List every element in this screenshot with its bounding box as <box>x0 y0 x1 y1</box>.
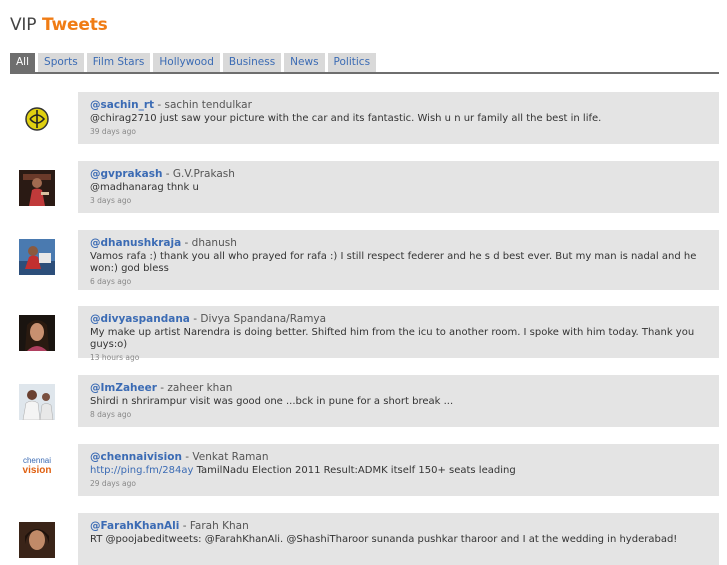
logo-text-top: chennai <box>22 456 52 465</box>
tweet-handle-link[interactable]: @ImZaheer <box>90 382 157 394</box>
gvprakash-photo-avatar[interactable] <box>19 170 55 206</box>
divya-photo-avatar[interactable] <box>19 315 55 351</box>
tab-hollywood[interactable]: Hollywood <box>153 53 220 72</box>
tweet-bubble: @sachin_rt - sachin tendulkar @chirag271… <box>78 92 719 144</box>
title-accent: Tweets <box>42 15 108 35</box>
chennaivision-logo-avatar[interactable]: chennai vision <box>19 456 55 492</box>
tweet-text: Vamos rafa :) thank you all who prayed f… <box>90 251 697 274</box>
tab-all[interactable]: All <box>10 53 36 72</box>
tweet-handle-link[interactable]: @chennaivision <box>90 451 182 463</box>
tweet-bubble: @chennaivision - Venkat Raman http://pin… <box>78 444 719 496</box>
tweet-author-name: dhanush <box>191 237 237 249</box>
tweet-bubble: @FarahKhanAli - Farah Khan RT @poojabedi… <box>78 513 719 565</box>
tweet-text: Shirdi n shrirampur visit was good one .… <box>90 396 454 407</box>
farah-photo-avatar[interactable] <box>19 522 55 558</box>
page-title: VIP Tweets <box>10 15 108 35</box>
zaheer-photo-avatar[interactable] <box>19 384 55 420</box>
tweet-author-name: G.V.Prakash <box>172 168 235 180</box>
tweet-author-name: Divya Spandana/Ramya <box>200 313 327 325</box>
tweet-handle-link[interactable]: @FarahKhanAli <box>90 520 179 532</box>
tab-film-stars[interactable]: Film Stars <box>86 53 151 72</box>
tweet-text: My make up artist Narendra is doing bett… <box>90 327 695 350</box>
tweet-handle-link[interactable]: @gvprakash <box>90 168 162 180</box>
title-prefix: VIP <box>10 15 37 35</box>
tab-politics[interactable]: Politics <box>327 53 377 72</box>
tab-business[interactable]: Business <box>222 53 282 72</box>
tweet-author-name: zaheer khan <box>167 382 233 394</box>
tweet-bubble: @ImZaheer - zaheer khan Shirdi n shriram… <box>78 375 719 427</box>
tweet-timestamp: 3 days ago <box>90 196 132 205</box>
tweet-handle-link[interactable]: @dhanushkraja <box>90 237 181 249</box>
category-tabs: All Sports Film Stars Hollywood Business… <box>10 53 719 74</box>
tweet-bubble: @gvprakash - G.V.Prakash @madhanarag thn… <box>78 161 719 213</box>
tweet-handle-link[interactable]: @divyaspandana <box>90 313 190 325</box>
tweet-text: http://ping.fm/284ay TamilNadu Election … <box>90 465 707 477</box>
tab-news[interactable]: News <box>284 53 325 72</box>
tweet-timestamp: 29 days ago <box>90 479 136 488</box>
tweet-text: @madhanarag thnk u <box>90 182 199 193</box>
dhanush-photo-avatar[interactable] <box>19 239 55 275</box>
tweet-timestamp: 8 days ago <box>90 410 132 419</box>
logo-text-bottom: vision <box>22 465 52 476</box>
tweet-author-name: Venkat Raman <box>192 451 269 463</box>
sachin-logo-avatar[interactable] <box>19 101 55 137</box>
tweet-url-link[interactable]: http://ping.fm/284ay <box>90 465 193 476</box>
tweet-author-name: Farah Khan <box>189 520 249 532</box>
tweet-text-body: TamilNadu Election 2011 Result:ADMK itse… <box>196 465 516 476</box>
tweet-bubble: @dhanushkraja - dhanush Vamos rafa :) th… <box>78 230 719 290</box>
tweet-text: RT @poojabeditweets: @FarahKhanAli. @Sha… <box>90 534 678 545</box>
tweet-bubble: @divyaspandana - Divya Spandana/Ramya My… <box>78 306 719 362</box>
tweet-timestamp: 6 days ago <box>90 277 132 286</box>
tweet-handle-link[interactable]: @sachin_rt <box>90 99 154 111</box>
tweet-text: @chirag2710 just saw your picture with t… <box>90 113 602 124</box>
tweet-author-name: sachin tendulkar <box>164 99 252 111</box>
tweet-timestamp: 39 days ago <box>90 127 136 136</box>
tab-sports[interactable]: Sports <box>38 53 84 72</box>
tweet-timestamp: 13 hours ago <box>90 353 140 362</box>
